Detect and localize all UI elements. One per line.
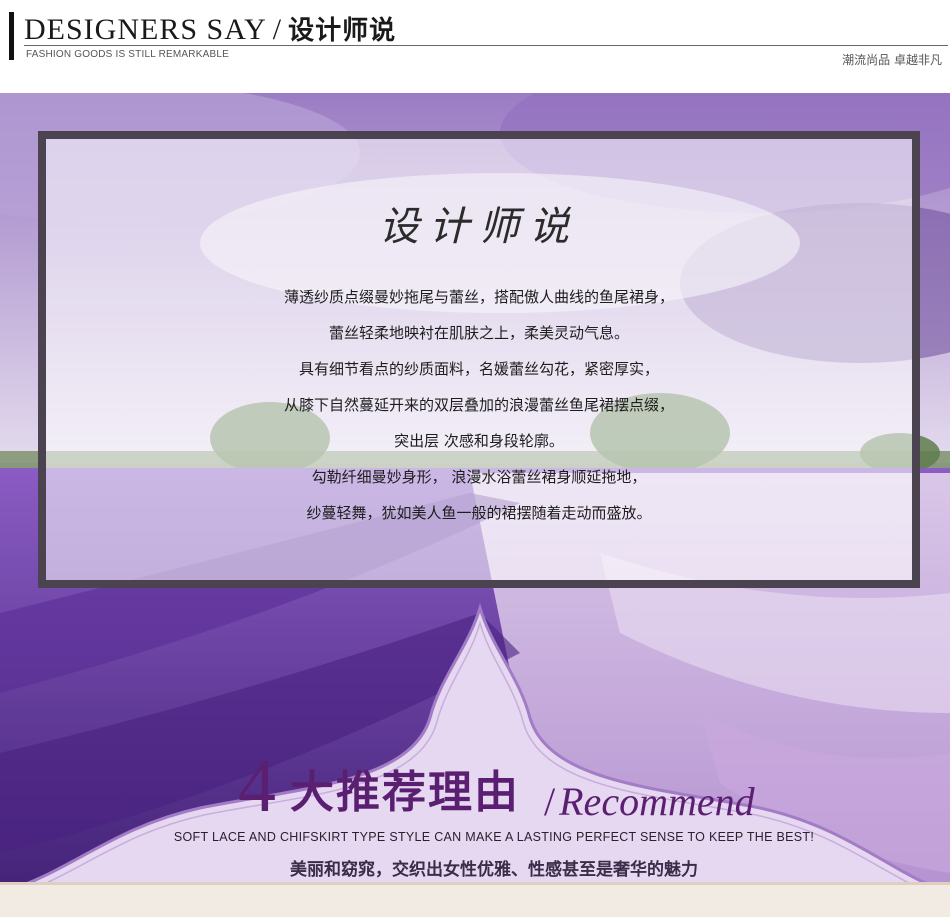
section-title-cn: 设计师说 xyxy=(288,16,397,46)
paragraph-line: 纱蔓轻舞，犹如美人鱼一般的裙摆随着走动而盛放。 xyxy=(306,504,652,522)
section-tagline: 潮流尚品 卓越非凡 xyxy=(842,53,942,67)
paragraph-line: 突出层 次感和身段轮廓。 xyxy=(394,432,564,450)
section-subtitle: FASHION GOODS IS STILL REMARKABLE xyxy=(26,49,229,60)
header-divider xyxy=(24,45,948,46)
designer-script-title: 设计师说 xyxy=(379,204,579,250)
designer-text-frame: 设计师说 薄透纱质点缀曼妙拖尾与蕾丝，搭配傲人曲线的鱼尾裙身， 蕾丝轻柔地映衬在… xyxy=(38,131,920,588)
paragraph-line: 具有细节看点的纱质面料，名媛蕾丝勾花，紧密厚实， xyxy=(298,360,659,378)
paragraph-line: 薄透纱质点缀曼妙拖尾与蕾丝，搭配傲人曲线的鱼尾裙身， xyxy=(283,288,674,306)
header-accent-bar xyxy=(9,12,14,60)
section-title: DESIGNERS SAY / 设计师说 xyxy=(24,10,396,47)
section-title-en: DESIGNERS SAY xyxy=(24,13,267,46)
paragraph-line: 从膝下自然蔓延开来的双层叠加的浪漫蕾丝鱼尾裙摆点缀， xyxy=(283,396,674,414)
paragraph-line: 蕾丝轻柔地映衬在肌肤之上，柔美灵动气息。 xyxy=(328,324,629,342)
section-title-slash: / xyxy=(272,13,283,46)
designer-paragraph: 薄透纱质点缀曼妙拖尾与蕾丝，搭配傲人曲线的鱼尾裙身， 蕾丝轻柔地映衬在肌肤之上，… xyxy=(46,279,912,531)
paragraph-line: 勾勒纤细曼妙身形， 浪漫水浴蕾丝裙身顺延拖地， xyxy=(311,468,647,486)
